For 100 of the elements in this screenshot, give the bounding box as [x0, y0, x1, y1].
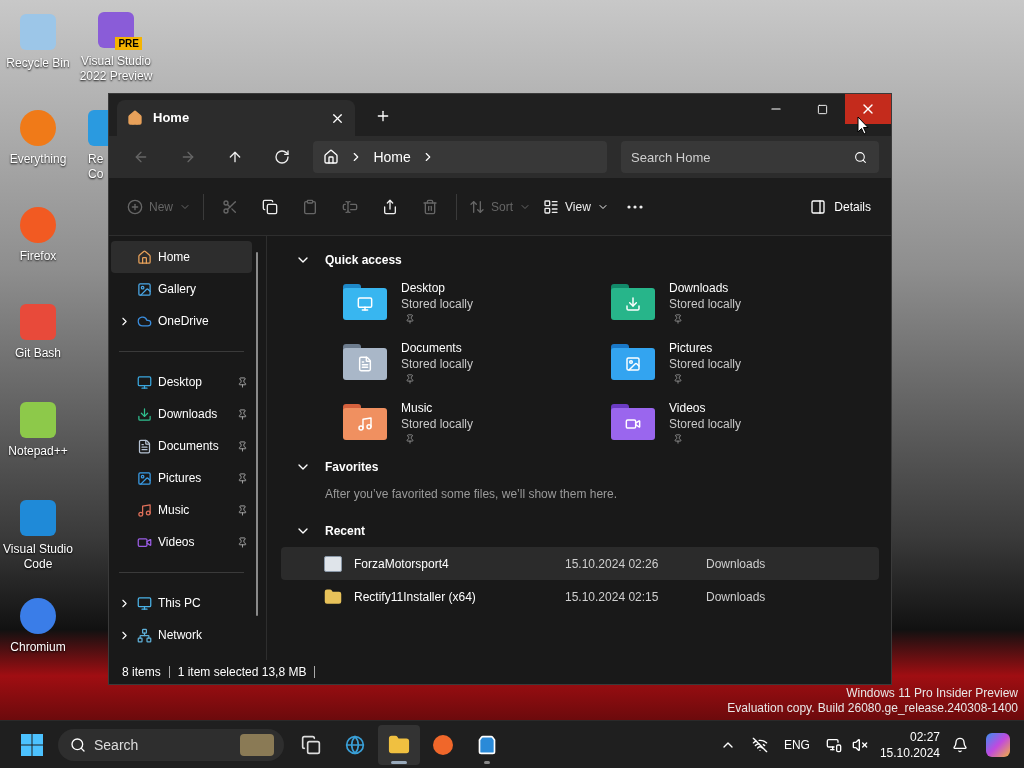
folder-icon — [611, 344, 655, 380]
app-icon — [18, 400, 58, 440]
desktop-shortcut[interactable]: Chromium — [0, 596, 76, 655]
clock-date[interactable]: 15.10.2024 — [879, 744, 940, 761]
breadcrumb-item[interactable]: Home — [373, 146, 411, 168]
shortcut-label: Re Co — [88, 152, 105, 182]
folder-icon — [611, 404, 655, 440]
download-icon — [137, 406, 152, 422]
copilot-icon[interactable] — [986, 732, 1010, 757]
house-icon — [137, 249, 152, 265]
search-field[interactable]: Search Home — [621, 141, 879, 173]
bell-icon[interactable] — [952, 736, 968, 753]
sidebar-item[interactable]: Home — [111, 241, 252, 273]
house-icon — [127, 110, 143, 126]
close-button[interactable] — [845, 94, 891, 124]
folder-status: Stored locally — [669, 416, 742, 432]
desktop-shortcut[interactable]: Notepad++ — [0, 400, 76, 459]
sidebar-item[interactable]: Pictures — [111, 462, 252, 494]
view-button[interactable]: View — [537, 189, 615, 224]
pin-icon — [237, 472, 248, 484]
desktop-shortcut[interactable]: PRE Visual Studio 2022 Preview — [78, 10, 154, 84]
file-location: Downloads — [706, 555, 766, 573]
plus-icon — [375, 108, 391, 124]
home-tab[interactable]: Home — [117, 100, 355, 136]
sidebar-item[interactable]: Downloads — [111, 398, 252, 430]
recent-file-row[interactable]: ForzaMotorsport4 15.10.2024 02:26 Downloads — [281, 547, 879, 580]
section-title: Favorites — [325, 459, 379, 476]
language-indicator[interactable]: ENG — [783, 735, 810, 754]
section-title: Recent — [325, 523, 365, 540]
folder-name: Videos — [669, 400, 707, 416]
folder-icon — [324, 587, 342, 606]
mouse-cursor-icon — [857, 116, 869, 135]
sidebar-item[interactable]: This PC — [111, 587, 252, 619]
sidebar-item[interactable]: Desktop — [111, 366, 252, 398]
folder-name: Documents — [401, 340, 463, 356]
shortcut-label: Notepad++ — [8, 444, 68, 459]
task-view-icon — [301, 734, 321, 755]
pre-badge: PRE — [115, 37, 142, 50]
pin-icon — [237, 376, 248, 388]
search-icon — [70, 736, 86, 753]
monitor-icon — [137, 595, 152, 611]
details-button[interactable]: Details — [802, 189, 879, 224]
folder-icon — [343, 284, 387, 320]
shortcut-label: Chromium — [10, 640, 66, 655]
pin-icon — [237, 440, 248, 452]
folder-status: Stored locally — [401, 416, 474, 432]
shortcut-label: Git Bash — [15, 346, 61, 361]
folder-icon — [343, 344, 387, 380]
evaluation-notice: Evaluation copy. Build 26080.ge_release.240308-1400 — [727, 701, 1018, 716]
folder-status: Stored locally — [401, 296, 474, 312]
taskbar-app-button[interactable] — [378, 724, 420, 765]
windows-logo-icon — [21, 733, 43, 756]
display-icon[interactable] — [825, 736, 842, 753]
folder-icon — [388, 733, 410, 756]
folder-name: Desktop — [401, 280, 447, 296]
file-date: 15.10.2024 02:26 — [565, 555, 660, 573]
sidebar-item[interactable]: OneDrive — [111, 305, 252, 337]
sidebar-item[interactable]: Documents — [111, 430, 252, 462]
house-icon — [323, 149, 340, 165]
recent-file-row[interactable]: Rectify11Installer (x64) 15.10.2024 02:15 Downloads — [281, 580, 879, 613]
desktop-shortcut[interactable]: Visual Studio Code — [0, 498, 76, 572]
folder-name: Pictures — [669, 340, 714, 356]
shortcut-label: Everything — [9, 152, 67, 167]
shortcut-label: Recycle Bin — [6, 56, 70, 71]
empty-message: After you’ve favorited some files, we’ll show them here. — [325, 487, 618, 501]
pin-icon — [237, 504, 248, 516]
desktop-shortcut[interactable]: Git Bash — [0, 302, 76, 361]
folder-status: Stored locally — [669, 356, 742, 372]
network-off-icon[interactable] — [751, 736, 768, 753]
sidebar-item[interactable]: Gallery — [111, 273, 252, 305]
document-icon — [137, 438, 152, 454]
monitor-icon — [137, 374, 152, 390]
file-name: ForzaMotorsport4 — [354, 555, 450, 573]
scrollbar[interactable] — [256, 252, 258, 616]
shopping-bag-icon — [477, 734, 497, 755]
folder-name: Downloads — [669, 280, 730, 296]
sidebar-item[interactable]: Network — [111, 619, 252, 651]
app-icon — [18, 302, 58, 342]
network-icon — [137, 627, 152, 643]
sidebar-item[interactable]: Music — [111, 494, 252, 526]
address-bar[interactable]: Home — [313, 141, 607, 173]
sidebar-item[interactable]: Videos — [111, 526, 252, 558]
picture-icon — [137, 470, 152, 486]
pin-icon — [237, 536, 248, 548]
file-location: Downloads — [706, 588, 766, 606]
clock-time[interactable]: 02:27 — [909, 728, 940, 745]
search-icon — [854, 151, 867, 164]
folder-icon — [611, 284, 655, 320]
folder-name: Music — [401, 400, 434, 416]
maximize-icon — [816, 103, 828, 115]
cloud-icon — [137, 313, 152, 329]
application-icon — [324, 555, 342, 572]
muted-speaker-icon[interactable] — [851, 736, 868, 753]
side-panel-icon — [810, 198, 827, 215]
picture-icon — [137, 281, 152, 297]
status-text: 8 items — [122, 664, 161, 681]
shortcut-label: Firefox — [19, 249, 57, 264]
folder-status: Stored locally — [401, 356, 474, 372]
app-icon — [18, 12, 58, 52]
folder-icon — [343, 404, 387, 440]
